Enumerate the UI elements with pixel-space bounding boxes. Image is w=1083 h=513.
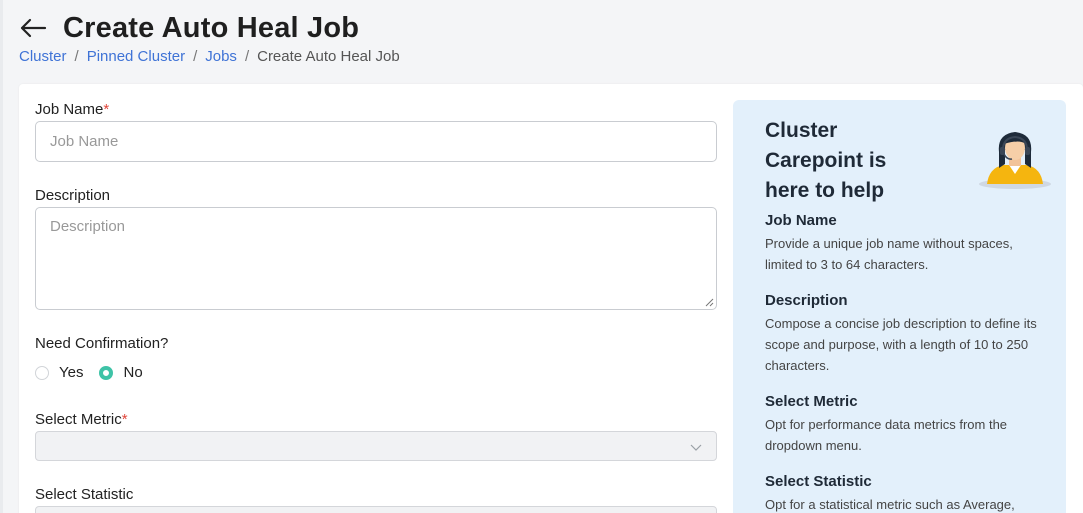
confirmation-label: Need Confirmation? [35,335,169,352]
confirmation-radio-group: Yes No [35,364,159,381]
chevron-down-icon [690,444,702,451]
help-text: Opt for a statistical metric such as Ave… [765,497,1015,512]
metric-label: Select Metric* [35,411,128,428]
back-button[interactable] [19,13,49,43]
help-text: Provide a unique job name without spaces… [765,236,1013,272]
description-textarea[interactable]: Description [35,207,717,310]
help-section-statistic: Select Statistic Opt for a statistical m… [765,473,1040,513]
description-placeholder: Description [50,218,126,235]
help-heading: Select Metric [765,393,858,410]
breadcrumb-separator: / [74,48,79,65]
radio-option-yes[interactable]: Yes [35,364,83,381]
radio-yes-label: Yes [59,364,84,381]
radio-no[interactable] [99,365,114,380]
breadcrumb-current: Create Auto Heal Job [257,48,400,65]
form-card: Job Name* Job Name Description Descripti… [19,84,1083,513]
help-section-job-name: Job Name Provide a unique job name witho… [765,212,1040,275]
breadcrumb: Cluster / Pinned Cluster / Jobs / Create… [19,48,400,65]
breadcrumb-separator: / [193,48,198,65]
resize-grip-icon[interactable] [705,298,714,307]
job-name-placeholder: Job Name [50,133,119,150]
arrow-left-icon [20,18,47,38]
help-text: Opt for performance data metrics from th… [765,417,1008,453]
job-name-label-text: Job Name [35,101,104,118]
help-section-description: Description Compose a concise job descri… [765,292,1040,376]
help-title: Cluster Carepoint is here to help [765,119,887,202]
support-agent-icon [979,132,1051,189]
description-label: Description [35,187,111,204]
help-heading: Job Name [765,212,837,229]
radio-yes[interactable] [35,365,49,380]
job-name-input[interactable]: Job Name [35,121,717,162]
breadcrumb-separator: / [244,48,250,65]
required-mark: * [121,411,128,428]
breadcrumb-pinned-cluster[interactable]: Pinned Cluster [87,48,185,65]
breadcrumb-cluster[interactable]: Cluster [19,48,67,65]
help-heading: Select Statistic [765,473,872,490]
page-title: Create Auto Heal Job [63,11,360,44]
metric-select[interactable] [35,431,717,461]
radio-no-label: No [123,364,143,381]
required-mark: * [103,101,110,118]
radio-option-no[interactable]: No [99,364,143,381]
metric-label-text: Select Metric [35,411,122,428]
left-edge [0,0,3,513]
breadcrumb-jobs[interactable]: Jobs [205,48,237,65]
help-heading: Description [765,292,848,309]
statistic-label: Select Statistic [35,486,134,503]
help-text: Compose a concise job description to def… [765,316,1037,373]
page-header: Create Auto Heal Job [19,8,359,48]
help-section-metric: Select Metric Opt for performance data m… [765,393,1040,456]
help-panel: Cluster Carepoint is here to help Job Na… [733,100,1066,513]
job-name-label: Job Name* [35,101,109,118]
statistic-select[interactable] [35,506,717,513]
